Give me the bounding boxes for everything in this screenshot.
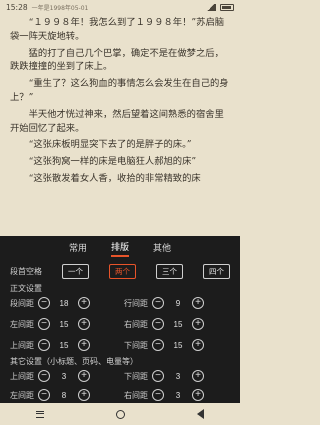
body-bottom-margin-label: 下间距 [124,340,148,350]
paragraph: “这张床板明显突下去了的是胖子的床。” [28,139,192,151]
paragraph-spacing-label: 段间距 [10,298,34,308]
other-section-title: 其它设置（小标题、页码、电量等） [10,357,138,366]
plus-circle-icon[interactable]: + [78,389,90,401]
other-top-margin-row: 上间距 − 3 + [10,370,90,382]
minus-circle-icon[interactable]: − [152,318,164,330]
status-subtitle: 一年是1998年05-01 [31,4,89,12]
indent-row: 段首空格 一个 两个 三个 四个 [10,264,230,279]
plus-circle-icon[interactable]: + [192,339,204,351]
body-left-margin-row: 左间距 − 15 + [10,318,90,330]
line-spacing-label: 行间距 [124,298,148,308]
indent-one-button[interactable]: 一个 [62,264,89,279]
minus-circle-icon[interactable]: − [152,389,164,401]
plus-circle-icon[interactable]: + [192,318,204,330]
paragraph: “重生了？这么狗血的事情怎么会发生在自己的身上？” [10,78,229,103]
system-nav-bar [0,403,240,425]
body-right-margin-label: 右间距 [124,319,148,329]
body-top-margin-label: 上间距 [10,340,34,350]
line-spacing-row: 行间距 − 9 + [124,297,204,309]
other-right-margin-value: 3 [175,390,181,400]
body-top-margin-value: 15 [59,340,69,350]
tab-other[interactable]: 其他 [153,239,171,256]
body-bottom-margin-row: 下间距 − 15 + [124,339,204,351]
body-section-title: 正文设置 [10,284,42,293]
minus-circle-icon[interactable]: − [152,339,164,351]
settings-tabs: 常用 排版 其他 [0,236,240,258]
menu-icon[interactable] [36,410,44,418]
indent-two-button[interactable]: 两个 [109,264,136,279]
plus-circle-icon[interactable]: + [192,370,204,382]
other-top-margin-value: 3 [61,371,67,381]
tab-layout[interactable]: 排版 [110,238,129,257]
minus-circle-icon[interactable]: − [152,370,164,382]
paragraph-spacing-row: 段间距 − 18 + [10,297,90,309]
minus-circle-icon[interactable]: − [38,370,50,382]
signal-icon [206,3,216,11]
paragraph: “这张散发着女人香，收拾的非常精致的床 [28,172,201,184]
indent-label: 段首空格 [10,267,42,276]
other-right-margin-label: 右间距 [124,390,148,400]
other-bottom-margin-label: 下间距 [124,371,148,381]
minus-circle-icon[interactable]: − [38,318,50,330]
tab-common[interactable]: 常用 [69,239,87,256]
reader-content[interactable]: “１９９８年！我怎么到了１９９８年！”苏启脑袋一阵天旋地转。 猛的打了自己几个巴… [0,14,240,236]
plus-circle-icon[interactable]: + [192,389,204,401]
plus-circle-icon[interactable]: + [78,318,90,330]
battery-icon [220,3,234,11]
other-bottom-margin-row: 下间距 − 3 + [124,370,204,382]
plus-circle-icon[interactable]: + [192,297,204,309]
body-bottom-margin-value: 15 [173,340,183,350]
body-left-margin-value: 15 [59,319,69,329]
plus-circle-icon[interactable]: + [78,297,90,309]
minus-circle-icon[interactable]: − [38,339,50,351]
paragraph: “１９９８年！我怎么到了１９９８年！”苏启脑袋一阵天旋地转。 [10,17,225,42]
indent-three-button[interactable]: 三个 [156,264,183,279]
line-spacing-value: 9 [175,298,181,308]
status-time: 15:28 [6,2,28,12]
minus-circle-icon[interactable]: − [38,389,50,401]
other-left-margin-row: 左间距 − 8 + [10,389,90,401]
plus-circle-icon[interactable]: + [78,339,90,351]
indent-four-button[interactable]: 四个 [203,264,230,279]
other-left-margin-label: 左间距 [10,390,34,400]
body-left-margin-label: 左间距 [10,319,34,329]
back-icon[interactable] [197,409,204,419]
paragraph: 猛的打了自己几个巴掌，确定不是在做梦之后，跌跌撞撞的坐到了床上。 [10,47,224,73]
paragraph: “这张狗窝一样的床是电脑狂人郝旭的床” [28,156,197,168]
other-left-margin-value: 8 [61,390,67,400]
status-bar: 15:28 一年是1998年05-01 [0,0,240,14]
body-top-margin-row: 上间距 − 15 + [10,339,90,351]
plus-circle-icon[interactable]: + [78,370,90,382]
paragraph: 半天他才恍过神来，然后望着这间熟悉的宿舍里开始回忆了起来。 [10,108,224,134]
body-right-margin-value: 15 [173,319,183,329]
home-icon[interactable] [116,409,125,419]
minus-circle-icon[interactable]: − [38,297,50,309]
other-bottom-margin-value: 3 [175,371,181,381]
minus-circle-icon[interactable]: − [152,297,164,309]
other-right-margin-row: 右间距 − 3 + [124,389,204,401]
body-right-margin-row: 右间距 − 15 + [124,318,204,330]
layout-settings-panel: 常用 排版 其他 段首空格 一个 两个 三个 四个 正文设置 段间距 − 18 … [0,236,240,403]
other-top-margin-label: 上间距 [10,371,34,381]
paragraph-spacing-value: 18 [59,298,69,308]
